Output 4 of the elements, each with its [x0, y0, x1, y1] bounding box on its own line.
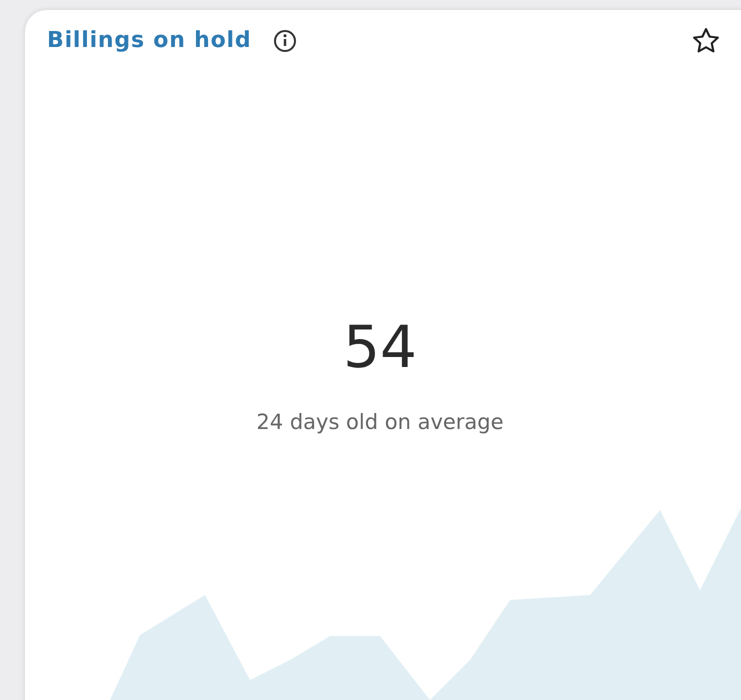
metric-value: 54 [343, 318, 417, 376]
info-icon[interactable] [273, 28, 298, 52]
metric-subtitle: 24 days old on average [256, 410, 504, 434]
card-title: Billings on hold [47, 28, 252, 53]
